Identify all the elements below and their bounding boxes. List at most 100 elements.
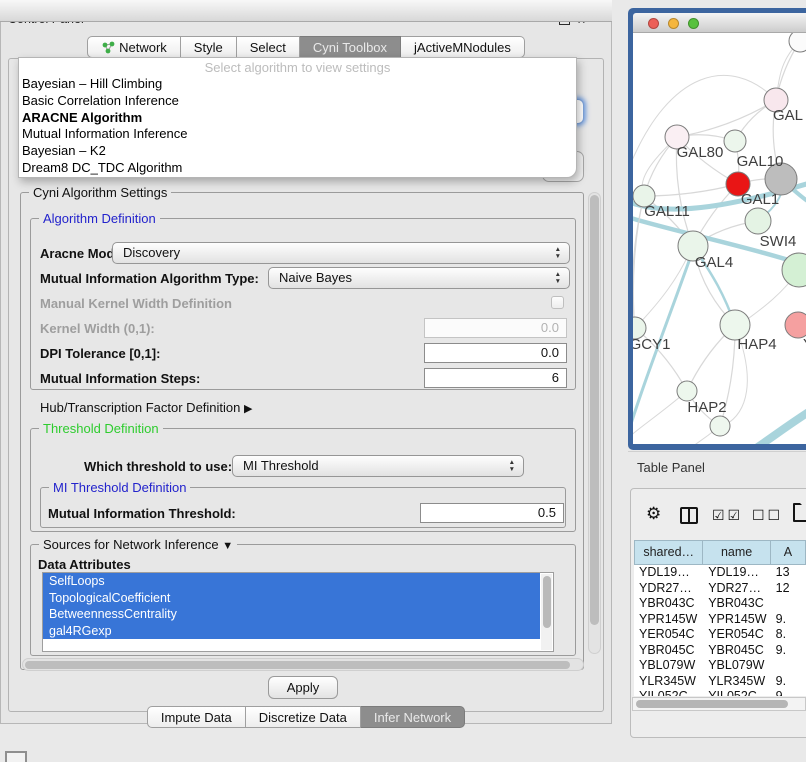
aracne-mode-combo[interactable]: Discovery ▲▼ (112, 242, 570, 264)
close-traffic-light-icon[interactable] (648, 18, 659, 29)
minimize-traffic-light-icon[interactable] (668, 18, 679, 29)
table-row[interactable]: YIL052CYIL052C9. (634, 689, 806, 696)
table-cell: YBR045C (703, 643, 770, 659)
network-view-window: GALGAL80GAL10GAL1GAL11SWI4GAL4GCY1HAP4YH… (628, 8, 806, 450)
node-label: GAL1 (741, 191, 779, 208)
table-cell: YDL19… (703, 565, 770, 581)
mi-threshold-label: Mutual Information Threshold: (48, 506, 236, 521)
table-cell: YBL079W (703, 658, 770, 674)
node-y[interactable] (785, 312, 806, 338)
attributes-scrollbar[interactable] (541, 574, 552, 650)
tab-select[interactable]: Select (237, 36, 300, 58)
control-panel-titlebar[interactable] (0, 0, 612, 22)
tab-jactivemnodules[interactable]: jActiveMNodules (401, 36, 525, 58)
tab-impute-data[interactable]: Impute Data (147, 706, 246, 728)
manual-kernel-checkbox[interactable] (551, 296, 564, 309)
table-cell: YPR145W (703, 612, 770, 628)
algorithm-option[interactable]: Dream8 DC_TDC Algorithm (19, 160, 576, 177)
zoom-traffic-light-icon[interactable] (688, 18, 699, 29)
tab-label: Impute Data (161, 707, 232, 728)
node-label: HAP2 (687, 399, 726, 416)
dpi-tolerance-field[interactable]: 0.0 (424, 343, 567, 363)
tab-network[interactable]: Network (87, 36, 181, 58)
tab-label: Select (250, 37, 286, 58)
mi-type-value: Naive Bayes (279, 270, 352, 285)
table-row[interactable]: YPR145WYPR145W9. (634, 612, 806, 628)
tab-label: Network (119, 37, 167, 58)
algorithm-definition-title: Algorithm Definition (39, 211, 160, 226)
tab-discretize-data[interactable]: Discretize Data (246, 706, 361, 728)
table-cell: YDR27… (703, 581, 770, 597)
table-row[interactable]: YBR045CYBR045C9. (634, 643, 806, 659)
checked-checkboxes-icon[interactable]: ☑☑ (712, 507, 743, 524)
node[interactable] (710, 416, 730, 436)
table-horizontal-scrollbar[interactable] (632, 697, 806, 711)
table-cell: YBR043C (703, 596, 770, 612)
threshold-definition-title: Threshold Definition (39, 421, 163, 436)
node-hap2[interactable] (677, 381, 697, 401)
network-window-titlebar[interactable] (633, 13, 806, 33)
column-header-3[interactable]: A (771, 540, 806, 565)
hub-factor-expander[interactable]: Hub/Transcription Factor Definition ▶ (40, 400, 252, 415)
algorithm-option[interactable]: Bayesian – Hill Climbing (19, 76, 576, 93)
attribute-item[interactable]: BetweennessCentrality (43, 606, 540, 623)
table-cell: YPR145W (634, 612, 703, 628)
column-header-1[interactable]: shared… (634, 540, 703, 565)
mi-threshold-field[interactable]: 0.5 (420, 503, 564, 523)
kernel-width-label: Kernel Width (0,1): (40, 321, 155, 336)
split-column-icon[interactable] (680, 507, 698, 524)
table-cell: YIL052C (703, 689, 770, 696)
manual-kernel-label: Manual Kernel Width Definition (40, 296, 232, 311)
mi-type-combo[interactable]: Naive Bayes ▲▼ (268, 267, 570, 289)
table-cell (771, 658, 806, 674)
control-panel-tabbar: Network Style Select Cyni ToolboxjActiveMNo… (0, 36, 612, 58)
table-row[interactable]: YDL19…YDL19…13 (634, 565, 806, 581)
sources-title[interactable]: Sources for Network Inference ▼ (39, 537, 237, 552)
which-threshold-value: MI Threshold (243, 458, 319, 473)
combo-arrows-icon: ▲▼ (509, 459, 515, 473)
algorithm-option[interactable]: ARACNE Algorithm (19, 110, 576, 127)
table-panel-title: Table Panel (637, 460, 705, 475)
settings-horizontal-scrollbar[interactable] (22, 658, 584, 671)
table-row[interactable]: YBR043CYBR043C (634, 596, 806, 612)
document-icon[interactable] (793, 503, 806, 522)
settings-vertical-scrollbar[interactable] (588, 192, 601, 654)
table-cell: 13 (771, 565, 806, 581)
tab-infer-network[interactable]: Infer Network (361, 706, 465, 728)
attribute-item[interactable]: SelfLoops (43, 573, 540, 590)
node-label: GAL (773, 107, 803, 124)
aracne-mode-value: Discovery (123, 245, 180, 260)
algorithm-option[interactable]: Bayesian – K2 (19, 143, 576, 160)
algorithm-option[interactable]: Mutual Information Inference (19, 126, 576, 143)
mi-type-label: Mutual Information Algorithm Type: (40, 271, 259, 286)
collapse-arrow-icon: ▼ (222, 540, 233, 552)
node[interactable] (789, 33, 806, 52)
node-gal10[interactable] (724, 130, 746, 152)
kernel-width-field[interactable]: 0.0 (424, 318, 567, 338)
mi-steps-field[interactable]: 6 (424, 368, 567, 388)
table-row[interactable]: YER054CYER054C8. (634, 627, 806, 643)
table-row[interactable]: YLR345WYLR345W9. (634, 674, 806, 690)
apply-button[interactable]: Apply (268, 676, 338, 699)
attribute-item[interactable]: TopologicalCoefficient (43, 590, 540, 607)
table-body: YDL19…YDL19…13YDR27…YDR27…12YBR043CYBR04… (634, 565, 806, 696)
node-swi4[interactable] (745, 208, 771, 234)
settings-group-title: Cyni Algorithm Settings (29, 185, 171, 200)
gear-icon[interactable]: ⚙ (646, 504, 661, 524)
which-threshold-combo[interactable]: MI Threshold ▲▼ (232, 455, 524, 477)
tab-cyni-toolbox[interactable]: Cyni Toolbox (300, 36, 401, 58)
data-attributes-list[interactable]: SelfLoopsTopologicalCoefficientBetweenne… (42, 572, 554, 652)
table-cell: 12 (771, 581, 806, 597)
table-cell: YER054C (703, 627, 770, 643)
network-canvas[interactable]: GALGAL80GAL10GAL1GAL11SWI4GAL4GCY1HAP4YH… (633, 33, 806, 444)
unchecked-checkboxes-icon[interactable]: ☐☐ (752, 507, 783, 524)
table-row[interactable]: YBL079WYBL079W (634, 658, 806, 674)
dpi-tolerance-label: DPI Tolerance [0,1]: (40, 346, 160, 361)
algorithm-option[interactable]: Basic Correlation Inference (19, 93, 576, 110)
column-header-2[interactable]: name (703, 540, 771, 565)
table-row[interactable]: YDR27…YDR27…12 (634, 581, 806, 597)
attribute-item[interactable]: gal4RGexp (43, 623, 540, 640)
tab-style[interactable]: Style (181, 36, 237, 58)
minimized-panel-icon[interactable] (5, 751, 27, 762)
combo-arrows-icon: ▲▼ (555, 246, 561, 260)
